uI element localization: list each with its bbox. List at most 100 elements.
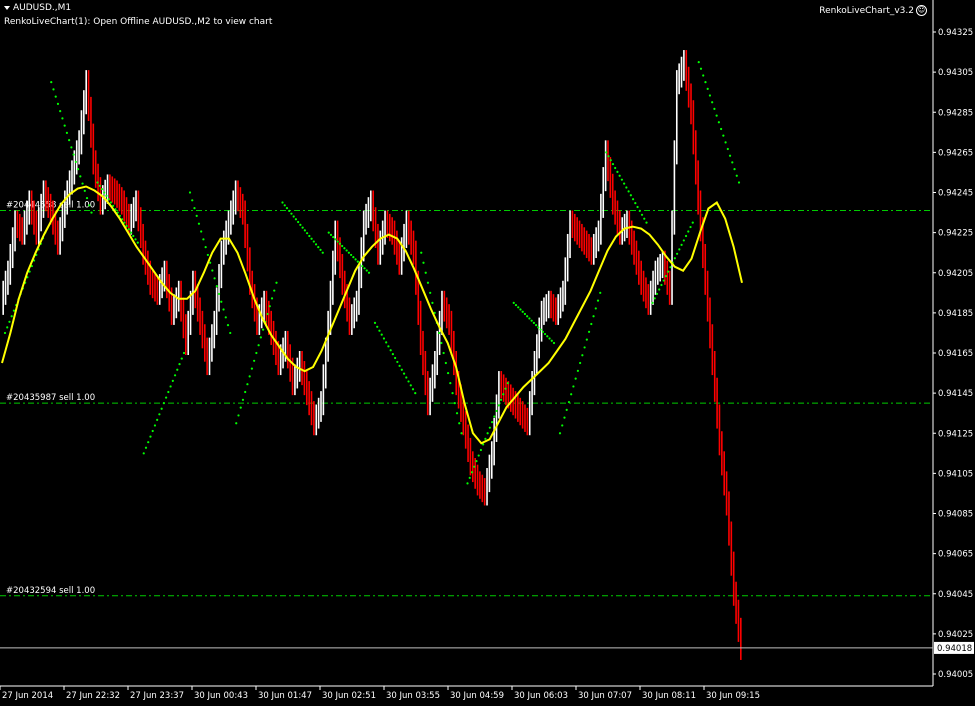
sar-dot bbox=[488, 426, 491, 429]
sar-dot bbox=[132, 234, 135, 238]
sar-dot bbox=[70, 146, 73, 149]
sar-dot bbox=[697, 60, 700, 64]
y-tick-label: 0.94245 bbox=[938, 189, 973, 199]
sar-dot bbox=[484, 437, 487, 440]
sar-dot bbox=[341, 244, 344, 248]
price-chart[interactable]: #20444558 sell 1.00#20435987 sell 1.00#2… bbox=[0, 0, 975, 706]
sar-dot bbox=[678, 248, 681, 251]
sar-dot bbox=[504, 387, 507, 390]
sar-dot bbox=[3, 331, 7, 335]
x-tick-label: 30 Jun 01:47 bbox=[258, 691, 312, 701]
sar-dot bbox=[426, 281, 430, 284]
sar-dot bbox=[409, 384, 412, 387]
sar-dot bbox=[477, 454, 480, 457]
sar-dot bbox=[711, 101, 714, 104]
x-tick-label: 27 Jun 22:32 bbox=[66, 691, 120, 701]
sar-dot bbox=[720, 127, 723, 131]
sar-dot bbox=[407, 380, 410, 383]
order-label: #20435987 sell 1.00 bbox=[6, 393, 95, 403]
sar-dot bbox=[103, 191, 106, 194]
sar-dot bbox=[235, 422, 238, 425]
sar-dot bbox=[229, 331, 232, 335]
menu-caret-icon[interactable] bbox=[4, 5, 10, 10]
sar-dot bbox=[387, 345, 390, 348]
sar-dot bbox=[248, 375, 251, 378]
sar-dot bbox=[563, 416, 566, 419]
sar-dot bbox=[486, 432, 489, 435]
sar-dot bbox=[215, 285, 218, 288]
y-tick-label: 0.94305 bbox=[938, 68, 973, 78]
sar-dot bbox=[239, 406, 242, 409]
sar-dot bbox=[706, 87, 709, 90]
sar-dot bbox=[308, 234, 311, 238]
sar-dot bbox=[105, 194, 108, 197]
sar-dot bbox=[722, 134, 725, 137]
sar-dot bbox=[237, 414, 240, 417]
sar-dot bbox=[356, 260, 359, 263]
sar-dot bbox=[607, 155, 610, 158]
sar-dot bbox=[728, 154, 732, 157]
x-tick-label: 30 Jun 07:07 bbox=[578, 691, 632, 701]
sar-dot bbox=[217, 292, 221, 296]
sar-dot bbox=[303, 229, 306, 232]
sar-dot bbox=[142, 452, 145, 455]
sar-dot bbox=[438, 331, 441, 335]
sar-dot bbox=[257, 344, 260, 347]
sar-dot bbox=[735, 174, 738, 177]
x-tick-label: 30 Jun 03:55 bbox=[386, 691, 440, 701]
sar-dot bbox=[206, 253, 209, 257]
sar-dot bbox=[332, 235, 335, 239]
sar-dot bbox=[523, 312, 527, 316]
sar-dot bbox=[614, 166, 617, 170]
symbol-timeframe-label[interactable]: AUDUSD.,M1 bbox=[4, 3, 71, 14]
y-tick-label: 0.94265 bbox=[938, 148, 973, 158]
sar-dot bbox=[305, 232, 309, 235]
sar-dot bbox=[338, 242, 342, 245]
sar-dot bbox=[629, 194, 632, 197]
sar-dot bbox=[502, 393, 505, 396]
sar-dot bbox=[275, 281, 278, 284]
sar-dot bbox=[675, 252, 679, 255]
sar-dot bbox=[431, 301, 434, 304]
sar-dot bbox=[8, 320, 11, 323]
sar-dot bbox=[367, 271, 371, 274]
sar-dot bbox=[611, 162, 615, 166]
sar-dot bbox=[59, 110, 62, 113]
sar-dot bbox=[327, 231, 330, 234]
sar-dot bbox=[290, 212, 293, 215]
sar-dot bbox=[581, 354, 584, 357]
sar-dot bbox=[530, 319, 533, 322]
chart-background bbox=[0, 0, 975, 706]
sar-dot bbox=[458, 422, 461, 425]
sar-dot bbox=[250, 367, 254, 370]
y-tick-label: 0.94005 bbox=[938, 670, 973, 680]
y-tick-label: 0.94105 bbox=[938, 469, 973, 479]
sar-dot bbox=[446, 371, 450, 375]
sar-dot bbox=[220, 300, 223, 303]
sar-dot bbox=[136, 241, 139, 244]
sar-dot bbox=[422, 261, 425, 264]
sar-dot bbox=[574, 377, 577, 380]
sar-dot bbox=[312, 240, 315, 243]
sar-dot bbox=[336, 240, 339, 243]
sar-dot bbox=[514, 303, 518, 307]
sar-dot bbox=[96, 181, 99, 184]
sar-dot bbox=[658, 288, 661, 291]
sar-dot bbox=[660, 283, 663, 287]
sar-dot bbox=[156, 418, 159, 421]
sar-dot bbox=[449, 381, 452, 385]
sar-dot bbox=[475, 460, 478, 463]
sar-dot bbox=[565, 408, 568, 411]
sar-dot bbox=[81, 182, 84, 185]
sar-dot bbox=[319, 248, 322, 252]
sar-dot bbox=[299, 223, 302, 226]
sar-dot bbox=[543, 332, 547, 336]
sar-dot bbox=[643, 217, 646, 220]
sar-dot bbox=[561, 424, 564, 427]
sar-dot bbox=[200, 230, 203, 233]
sar-dot bbox=[321, 251, 324, 254]
sar-dot bbox=[572, 385, 575, 388]
x-tick-label: 30 Jun 09:15 bbox=[706, 691, 760, 701]
sar-dot bbox=[259, 336, 262, 339]
sar-dot bbox=[310, 237, 313, 240]
